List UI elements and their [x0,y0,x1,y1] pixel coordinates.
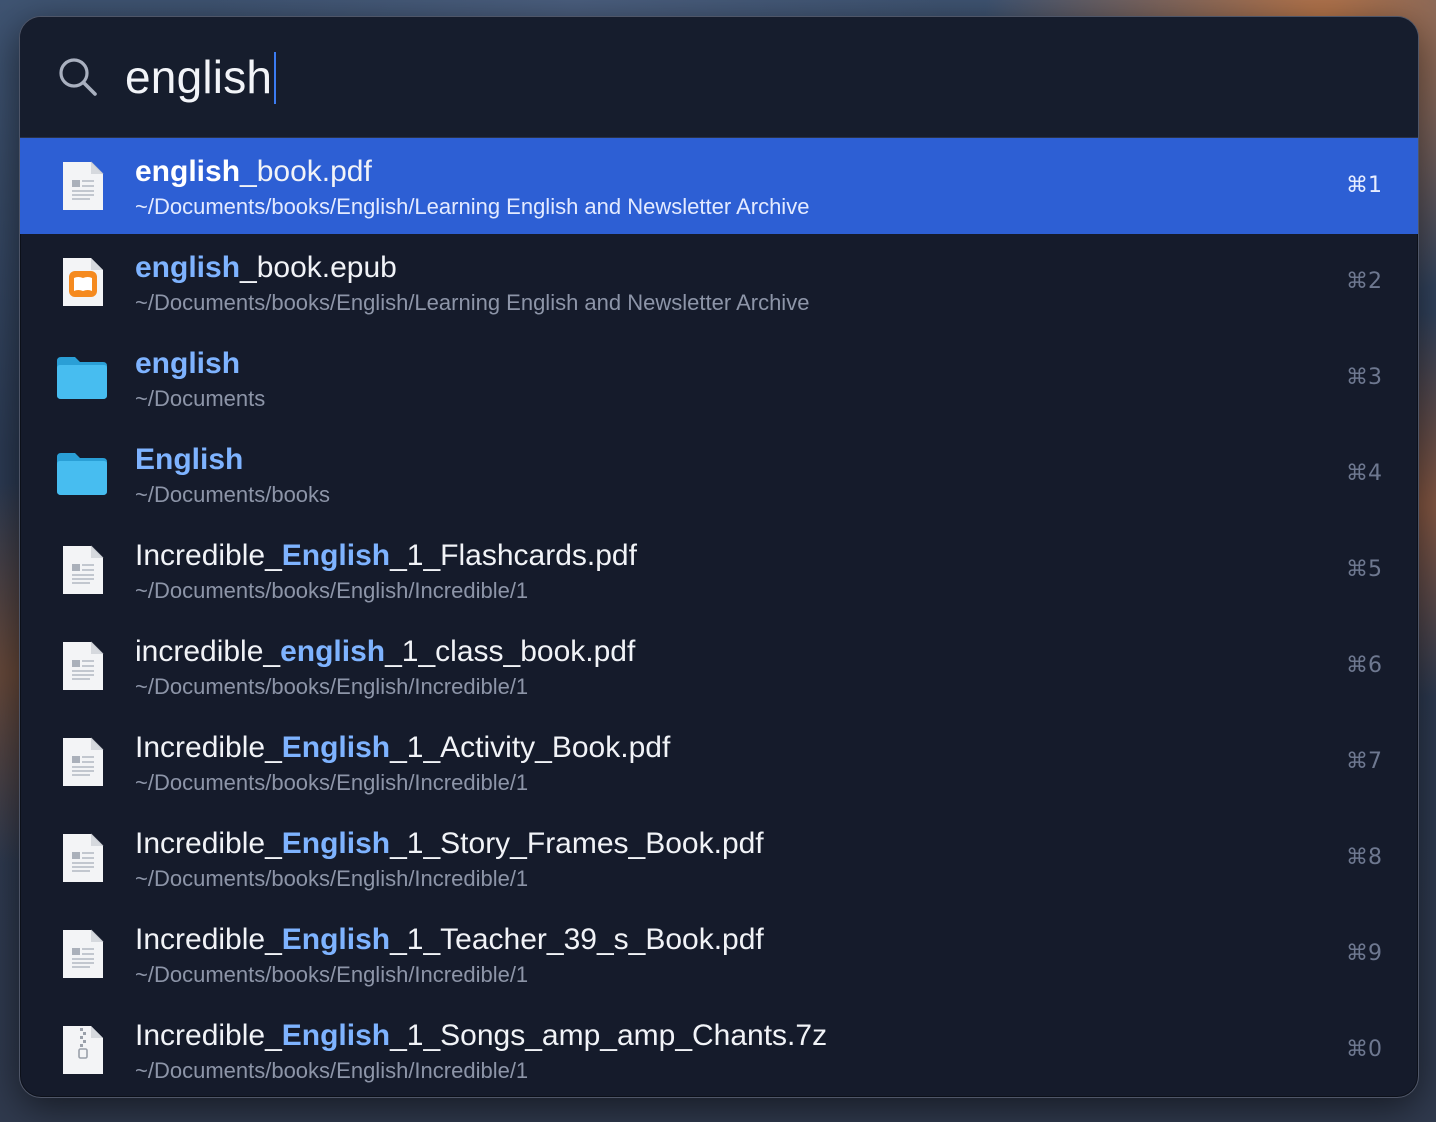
result-path: ~/Documents/books/English/Incredible/1 [135,962,529,987]
result-row[interactable]: english_book.epub ~/Documents/books/Engli… [20,234,1418,330]
result-shortcut: ⌘7 [1346,749,1382,774]
result-title-suffix: _1_Teacher_39_s_Book.pdf [390,923,764,956]
result-path: ~/Documents/books/English/Incredible/1 [135,770,529,795]
search-query-text[interactable]: english [125,51,272,103]
result-title: Incredible_English_1_Story_Frames_Book.p… [135,826,764,862]
result-path: ~/Documents [135,386,266,411]
zip-archive-icon [63,1026,103,1074]
result-title: Incredible_English_1_Teacher_39_s_Book.p… [135,922,764,958]
pdf-document-icon [63,929,104,978]
result-row[interactable]: Incredible_English_1_Flashcards.pdf ~/Doc… [20,522,1418,618]
result-title-match: English [281,827,391,860]
epub-book-icon [63,258,103,306]
result-path: ~/Documents/books/English/Learning Engli… [135,290,810,315]
result-title-prefix: Incredible_ [135,923,282,956]
result-path: ~/Documents/books [135,482,331,507]
results-list: english_book.pdf ~/Documents/books/Englis… [20,138,1418,1097]
result-shortcut: ⌘9 [1346,941,1382,966]
result-shortcut: ⌘3 [1346,365,1382,390]
result-title-match: english [135,155,241,188]
result-title-suffix: _1_Songs_amp_amp_Chants.7z [390,1019,828,1052]
result-row[interactable]: Incredible_English_1_Activity_Book.pdf ~/… [20,714,1418,810]
result-title-match: English [281,923,391,956]
result-path: ~/Documents/books/English/Incredible/1 [135,1058,529,1083]
result-row[interactable]: english ~/Documents ⌘3 [20,330,1418,426]
folder-icon [57,453,107,495]
folder-icon [57,357,107,399]
pdf-document-icon [63,545,104,594]
result-title-prefix: Incredible_ [135,1019,282,1052]
result-title-suffix: _1_Flashcards.pdf [390,539,637,572]
result-title-prefix: incredible_ [135,635,281,668]
result-title: english_book.pdf [135,154,372,190]
result-shortcut: ⌘1 [1346,173,1382,198]
result-title-match: English [135,443,244,476]
result-shortcut: ⌘2 [1346,269,1382,294]
result-shortcut: ⌘6 [1346,653,1382,678]
result-title-match: english [135,347,241,380]
result-title-suffix: _book.pdf [240,155,372,188]
result-row[interactable]: english_book.pdf ~/Documents/books/Englis… [20,138,1418,234]
result-title: Incredible_English_1_Songs_amp_amp_Chant… [135,1018,827,1054]
result-title-prefix: Incredible_ [135,731,282,764]
result-path: ~/Documents/books/English/Incredible/1 [135,578,529,603]
result-row[interactable]: incredible_english_1_class_book.pdf ~/Doc… [20,618,1418,714]
search-bar: english [20,17,1418,138]
result-title: incredible_english_1_class_book.pdf [135,634,635,670]
result-title: english [135,346,240,382]
result-shortcut: ⌘8 [1346,845,1382,870]
result-title-prefix: Incredible_ [135,827,282,860]
result-row[interactable]: Incredible_English_1_Teacher_39_s_Book.p… [20,906,1418,1002]
result-title-match: english [280,635,386,668]
result-row[interactable]: Incredible_English_1_Songs_amp_amp_Chant… [20,1002,1418,1097]
result-title-prefix: Incredible_ [135,539,282,572]
result-title: english_book.epub [135,250,397,286]
search-icon [59,58,97,96]
result-title-match: english [135,251,241,284]
result-path: ~/Documents/books/English/Incredible/1 [135,674,529,699]
result-title-suffix: _1_Activity_Book.pdf [390,731,671,764]
result-title: Incredible_English_1_Flashcards.pdf [135,538,637,574]
result-path: ~/Documents/books/English/Learning Engli… [135,194,810,219]
result-shortcut: ⌘0 [1346,1037,1382,1062]
result-shortcut: ⌘5 [1346,557,1382,582]
pdf-document-icon [63,833,104,882]
launcher-panel: english english_book.pdf ~/Documents/book… [19,16,1419,1098]
result-row[interactable]: Incredible_English_1_Story_Frames_Book.p… [20,810,1418,906]
result-shortcut: ⌘4 [1346,461,1382,486]
text-caret [274,51,277,104]
result-title: English [135,442,243,478]
result-title-suffix: _1_Story_Frames_Book.pdf [390,827,764,860]
result-row[interactable]: English ~/Documents/books ⌘4 [20,426,1418,522]
result-title-match: English [281,539,391,572]
result-title-match: English [281,731,391,764]
result-title: Incredible_English_1_Activity_Book.pdf [135,730,670,766]
result-path: ~/Documents/books/English/Incredible/1 [135,866,529,891]
pdf-document-icon [63,737,104,786]
search-input[interactable]: english [125,47,277,107]
result-title-suffix: _1_class_book.pdf [385,635,636,668]
pdf-document-icon [63,161,104,210]
pdf-document-icon [63,641,104,690]
result-title-match: English [281,1019,391,1052]
result-title-suffix: _book.epub [240,251,397,284]
